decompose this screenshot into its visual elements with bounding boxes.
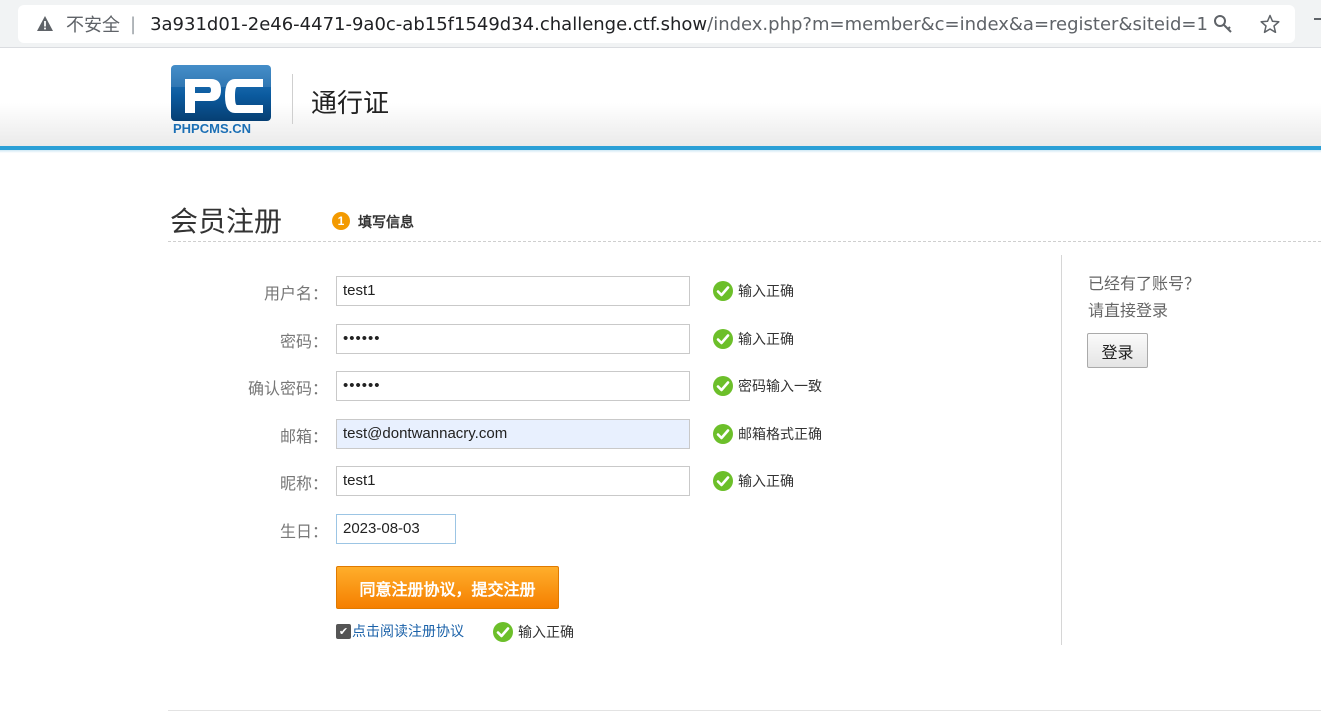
status-text: 输入正确 — [738, 332, 794, 348]
security-status[interactable]: 不安全 — [66, 11, 120, 37]
agreement-row: ✔ 点击阅读注册协议 — [336, 620, 464, 642]
key-icon[interactable] — [1213, 14, 1233, 34]
username-label: 用户名： — [263, 284, 328, 303]
status-text: 输入正确 — [518, 625, 574, 641]
site-title: 通行证 — [311, 89, 390, 119]
login-button[interactable]: 登录 — [1087, 333, 1148, 368]
agreement-status: 输入正确 — [492, 621, 574, 643]
title-divider — [168, 241, 1321, 242]
nickname-row: 昵称： test1 输入正确 — [168, 466, 868, 496]
panel-divider — [1061, 255, 1062, 645]
login-prompt-text: 请直接登录 — [1088, 301, 1169, 320]
password-status: 输入正确 — [712, 328, 794, 350]
address-bar[interactable]: 不安全 | 3a931d01-2e46-4471-9a0c-ab15f1549d… — [18, 5, 1295, 43]
check-circle-icon — [713, 329, 733, 349]
header-divider — [292, 74, 293, 124]
password-row: 密码： •••••• 输入正确 — [168, 324, 868, 354]
agreement-link[interactable]: 点击阅读注册协议 — [352, 621, 464, 641]
confirm-password-label: 确认密码： — [247, 379, 328, 398]
logo-mark — [171, 65, 271, 121]
have-account-text: 已经有了账号？ — [1088, 274, 1201, 293]
check-circle-icon — [713, 471, 733, 491]
nickname-input[interactable]: test1 — [336, 466, 690, 496]
submit-register-button[interactable]: 同意注册协议，提交注册 — [336, 566, 559, 609]
status-text: 密码输入一致 — [738, 379, 822, 395]
email-label: 邮箱： — [279, 427, 328, 446]
footer-divider — [168, 710, 1321, 711]
check-circle-icon — [713, 376, 733, 396]
email-row: 邮箱： test@dontwannacry.com 邮箱格式正确 — [168, 419, 868, 449]
confirm-password-status: 密码输入一致 — [712, 375, 822, 397]
birthday-label: 生日： — [279, 522, 328, 541]
url-path: /index.php?m=member&c=index&a=register&s… — [707, 13, 1208, 35]
nickname-status: 输入正确 — [712, 470, 794, 492]
username-status: 输入正确 — [712, 280, 794, 302]
browser-toolbar: 不安全 | 3a931d01-2e46-4471-9a0c-ab15f1549d… — [0, 0, 1321, 48]
warning-icon[interactable] — [36, 15, 54, 33]
email-status: 邮箱格式正确 — [712, 423, 822, 445]
check-circle-icon — [713, 281, 733, 301]
agreement-checkbox[interactable]: ✔ — [336, 623, 351, 639]
status-text: 输入正确 — [738, 284, 794, 300]
email-input[interactable]: test@dontwannacry.com — [336, 419, 690, 449]
confirm-password-row: 确认密码： •••••• 密码输入一致 — [168, 371, 868, 401]
check-circle-icon — [713, 424, 733, 444]
nickname-label: 昵称： — [279, 474, 328, 493]
browser-menu-icon[interactable] — [1314, 18, 1321, 20]
step-number-badge: 1 — [332, 212, 350, 230]
confirm-password-input[interactable]: •••••• — [336, 371, 690, 401]
url-separator: | — [130, 13, 137, 35]
status-text: 邮箱格式正确 — [738, 427, 822, 443]
birthday-input[interactable]: 2023-08-03 — [336, 514, 456, 544]
phpcms-logo[interactable]: PHPCMS.CN — [171, 65, 271, 137]
header-shadow — [0, 150, 1321, 153]
bookmark-star-icon[interactable] — [1260, 14, 1280, 34]
username-input[interactable]: test1 — [336, 276, 690, 306]
password-input[interactable]: •••••• — [336, 324, 690, 354]
status-text: 输入正确 — [738, 474, 794, 490]
birthday-row: 生日： 2023-08-03 — [168, 514, 868, 544]
password-label: 密码： — [279, 332, 328, 351]
check-circle-icon — [493, 622, 513, 642]
logo-text: PHPCMS.CN — [173, 121, 252, 136]
step-label: 填写信息 — [358, 215, 414, 231]
page-title: 会员注册 — [170, 205, 283, 238]
url-host: 3a931d01-2e46-4471-9a0c-ab15f1549d34.cha… — [150, 13, 708, 35]
username-row: 用户名： test1 输入正确 — [168, 276, 868, 306]
